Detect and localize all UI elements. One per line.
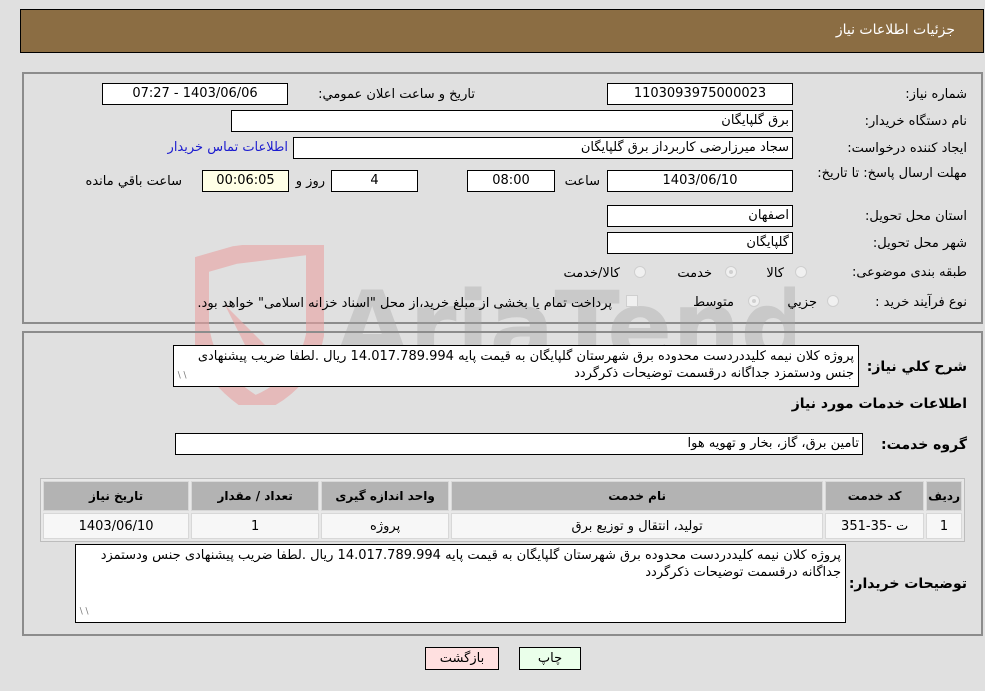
announce-datetime-field: 1403/06/06 - 07:27 <box>102 83 288 105</box>
category-label: طبقه بندی موضوعی: <box>851 265 967 280</box>
time-remaining-field: 00:06:05 <box>202 170 289 192</box>
province-label: استان محل تحویل: <box>865 209 967 224</box>
cell-need-date: 1403/06/10 <box>43 513 190 539</box>
services-heading: اطلاعات خدمات مورد نیاز <box>791 396 967 412</box>
general-desc-label: شرح کلي نیاز: <box>866 359 967 375</box>
deadline-label: مهلت ارسال پاسخ: تا تاریخ: <box>817 166 967 181</box>
purchase-type-option-medium: متوسط <box>693 295 734 310</box>
treasury-checkbox[interactable] <box>626 295 638 307</box>
time-remaining-label: ساعت باقي مانده <box>85 174 182 189</box>
purchase-type-label: نوع فرآیند خرید : <box>875 295 967 310</box>
service-group-field: تامین برق، گاز، بخار و تهویه هوا <box>175 433 863 455</box>
category-radio-service[interactable] <box>725 266 737 278</box>
category-option-goods: کالا <box>766 266 784 281</box>
requester-label: ایجاد کننده درخواست: <box>847 141 967 156</box>
city-label: شهر محل تحویل: <box>872 236 967 251</box>
resize-grip-icon[interactable]: ∖∖ <box>78 604 89 621</box>
category-radio-goods[interactable] <box>795 266 807 278</box>
buyer-notes-textarea[interactable]: پروژه کلان نیمه کلیددردست محدوده برق شهر… <box>75 544 846 623</box>
cell-quantity: 1 <box>191 513 320 539</box>
deadline-date-field: 1403/06/10 <box>607 170 793 192</box>
cell-service-code: ت -35-351 <box>825 513 925 539</box>
service-group-label: گروه خدمت: <box>881 437 967 453</box>
col-header-quantity: تعداد / مقدار <box>191 481 320 511</box>
col-header-unit: واحد اندازه گیری <box>321 481 450 511</box>
days-remaining-field: 4 <box>331 170 418 192</box>
need-number-field: 1103093975000023 <box>607 83 793 105</box>
announce-datetime-label: تاریخ و ساعت اعلان عمومي: <box>318 87 475 102</box>
purchase-type-radio-minor[interactable] <box>827 295 839 307</box>
buyer-notes-text: پروژه کلان نیمه کلیددردست محدوده برق شهر… <box>100 548 841 580</box>
category-option-goods-service: کالا/خدمت <box>563 266 620 281</box>
col-header-need-date: تاریخ نیاز <box>43 481 190 511</box>
table-row: 1 ت -35-351 تولید، انتقال و توزیع برق پر… <box>43 513 962 539</box>
category-option-service: خدمت <box>677 266 712 281</box>
buyer-contact-link[interactable]: اطلاعات تماس خریدار <box>168 140 288 155</box>
category-radio-goods-service[interactable] <box>634 266 646 278</box>
col-header-service-code: کد خدمت <box>825 481 925 511</box>
province-field: اصفهان <box>607 205 793 227</box>
days-label: روز و <box>295 174 325 189</box>
purchase-type-option-minor: جزيي <box>787 295 817 310</box>
requester-field: سجاد میرزارضی کاربرداز برق گلپایگان <box>293 137 793 159</box>
back-button[interactable]: بازگشت <box>425 647 499 670</box>
cell-service-name: تولید، انتقال و توزیع برق <box>451 513 824 539</box>
treasury-note: پرداخت تمام یا بخشی از مبلغ خرید،از محل … <box>197 296 612 311</box>
cell-row-number: 1 <box>926 513 962 539</box>
page-header: جزئیات اطلاعات نیاز <box>20 9 984 53</box>
need-number-label: شماره نیاز: <box>905 87 967 102</box>
resize-grip-icon[interactable]: ∖∖ <box>176 368 187 385</box>
deadline-time-label: ساعت <box>564 174 600 189</box>
buyer-org-label: نام دستگاه خریدار: <box>864 114 967 129</box>
buyer-org-field: برق گلپایگان <box>231 110 793 132</box>
city-field: گلپایگان <box>607 232 793 254</box>
purchase-type-radio-medium[interactable] <box>748 295 760 307</box>
buyer-notes-label: توضیحات خریدار: <box>848 576 967 592</box>
table-header-row: ردیف کد خدمت نام خدمت واحد اندازه گیری ت… <box>43 481 962 511</box>
services-table: ردیف کد خدمت نام خدمت واحد اندازه گیری ت… <box>40 478 965 542</box>
page-title: جزئیات اطلاعات نیاز <box>835 22 955 38</box>
col-header-service-name: نام خدمت <box>451 481 824 511</box>
cell-unit: پروژه <box>321 513 450 539</box>
col-header-row-number: ردیف <box>926 481 962 511</box>
print-button[interactable]: چاپ <box>519 647 581 670</box>
deadline-time-field: 08:00 <box>467 170 555 192</box>
general-desc-textarea[interactable]: پروژه کلان نیمه کلیددردست محدوده برق شهر… <box>173 345 859 387</box>
general-desc-text: پروژه کلان نیمه کلیددردست محدوده برق شهر… <box>197 349 854 381</box>
